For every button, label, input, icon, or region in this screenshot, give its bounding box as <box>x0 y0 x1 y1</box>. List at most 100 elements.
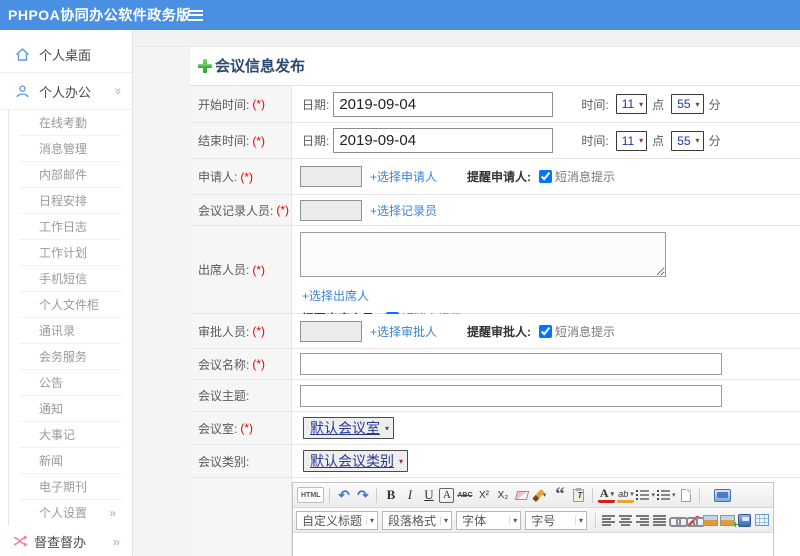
dropdown-arrow-icon: ▾ <box>366 515 374 525</box>
form-row-meeting-name: 会议名称: (*) <box>190 349 800 380</box>
insert-link-button[interactable] <box>669 510 688 530</box>
upload-image-button[interactable] <box>720 510 738 531</box>
sidebar-item-label: 个人办公 <box>39 84 92 100</box>
sidebar-subitem[interactable]: 通讯录 <box>19 318 122 344</box>
toolbar-separator <box>595 512 596 528</box>
bold-button[interactable]: B <box>382 485 399 505</box>
fullscreen-button[interactable] <box>714 485 732 505</box>
meeting-topic-input[interactable] <box>300 384 722 407</box>
dropdown-arrow-icon: ▾ <box>399 456 404 466</box>
sms-remind-checkbox[interactable] <box>539 324 553 338</box>
align-left-icon <box>602 514 615 526</box>
recorder-input[interactable] <box>300 199 362 221</box>
sidebar-subitem[interactable]: 内部邮件 <box>19 162 122 188</box>
sidebar-subitem[interactable]: 个人文件柜 <box>19 292 122 318</box>
form-row-approver: 审批人员: (*) +选择审批人 提醒审批人: 短消息提示 <box>190 314 800 349</box>
sidebar-subitem[interactable]: 手机短信 <box>19 266 122 292</box>
sidebar-item-label: 个人设置 <box>39 506 88 520</box>
choose-approver-link[interactable]: +选择审批人 <box>370 323 437 340</box>
unordered-list-button[interactable]: ▾ <box>656 485 675 505</box>
page-title: 会议信息发布 <box>198 55 800 76</box>
editor-content-area[interactable] <box>293 533 773 556</box>
sidebar-item-supervise[interactable]: 督查督办 » <box>0 526 132 556</box>
sidebar-subitem[interactable]: 工作日志 <box>19 214 122 240</box>
superscript-button[interactable]: X² <box>475 485 492 505</box>
attendees-textarea[interactable] <box>300 232 666 277</box>
eraser-button[interactable] <box>513 485 530 505</box>
unordered-list-icon <box>656 489 670 501</box>
undo-button[interactable]: ↶ <box>335 485 352 505</box>
italic-button[interactable]: I <box>401 485 418 505</box>
end-minute-select[interactable]: 55 ▾ <box>671 130 704 151</box>
end-date-input[interactable] <box>333 128 554 153</box>
font-color-button[interactable]: A ▾ <box>598 486 616 503</box>
meeting-category-select[interactable]: 默认会议类别 ▾ <box>303 450 409 472</box>
new-page-button[interactable] <box>677 485 694 505</box>
ordered-list-button[interactable]: ▾ <box>636 485 655 505</box>
redo-button[interactable]: ↷ <box>354 485 371 505</box>
align-justify-icon <box>653 514 666 526</box>
approver-input[interactable] <box>300 320 362 342</box>
menu-icon[interactable] <box>188 10 203 21</box>
sidebar-subitem[interactable]: 会务服务 <box>19 344 122 370</box>
underline-button[interactable]: U <box>420 485 437 505</box>
insert-image-button[interactable] <box>703 510 718 530</box>
meeting-name-input[interactable] <box>300 353 722 375</box>
form-row-start-time: 开始时间:(*) 日期: 时间: 11▾ 点 55▾ 分 <box>190 86 800 123</box>
strikethrough-button[interactable]: ABC <box>456 485 473 505</box>
upload-image-icon <box>720 514 738 531</box>
align-right-button[interactable] <box>635 510 650 530</box>
home-icon <box>16 47 29 61</box>
applicant-input[interactable] <box>300 166 362 187</box>
remove-link-button[interactable] <box>686 510 705 530</box>
sidebar-subitem[interactable]: 公告 <box>19 370 122 396</box>
dropdown-arrow-icon: ▾ <box>695 99 700 109</box>
font-family-select[interactable]: 字体 ▾ <box>456 510 522 530</box>
sidebar-item-desktop[interactable]: 个人桌面 <box>0 36 132 73</box>
choose-attendees-link[interactable]: +选择出席人 <box>302 289 369 303</box>
sidebar-subitem[interactable]: 在线考勤 <box>19 110 122 136</box>
subscript-button[interactable]: X₂ <box>494 485 511 505</box>
sidebar-subitem[interactable]: 新闻 <box>19 448 122 474</box>
dropdown-arrow-icon: ▾ <box>695 136 700 145</box>
align-left-button[interactable] <box>601 510 616 530</box>
html-source-button[interactable]: HTML <box>297 487 325 503</box>
sidebar-subitem[interactable]: 日程安排 <box>19 188 122 214</box>
dropdown-arrow-icon: ▾ <box>385 423 390 433</box>
form-row-applicant: 申请人: (*) +选择申请人 提醒申请人: 短消息提示 <box>190 159 800 195</box>
choose-recorder-link[interactable]: +选择记录员 <box>370 202 437 219</box>
time-label: 时间: <box>581 134 609 148</box>
start-date-input[interactable] <box>333 91 554 117</box>
sidebar-item-office[interactable]: 个人办公 » <box>0 73 132 110</box>
format-brush-button[interactable]: ▾ <box>531 485 549 505</box>
sms-label: 短消息提示 <box>555 324 616 339</box>
sidebar-subitem[interactable]: 通知 <box>19 396 122 422</box>
dropdown-arrow-icon: ▾ <box>639 99 644 109</box>
choose-applicant-link[interactable]: +选择申请人 <box>370 168 437 185</box>
sidebar-subitem[interactable]: 消息管理 <box>19 136 122 162</box>
align-center-button[interactable] <box>618 510 633 530</box>
add-icon <box>198 58 212 73</box>
blockquote-button[interactable]: “ <box>551 484 568 505</box>
sidebar-subitem[interactable]: 大事记 <box>19 422 122 448</box>
highlight-color-button[interactable]: ab ▾ <box>617 487 635 503</box>
sidebar-subitem[interactable]: 工作计划 <box>19 240 122 266</box>
sidebar-item-settings[interactable]: 个人设置 » <box>19 500 122 526</box>
start-minute-select[interactable]: 55 ▾ <box>671 94 704 114</box>
paragraph-format-select[interactable]: 段落格式 ▾ <box>382 510 453 530</box>
end-hour-select[interactable]: 11 ▾ <box>615 130 648 151</box>
meeting-room-select[interactable]: 默认会议室 ▾ <box>303 417 395 439</box>
font-size-select[interactable]: 字号 ▾ <box>525 510 587 530</box>
new-page-icon <box>680 488 691 502</box>
font-style-button[interactable]: A <box>439 487 455 503</box>
sms-label: 短消息提示 <box>555 170 616 184</box>
align-justify-button[interactable] <box>652 510 667 530</box>
start-hour-select[interactable]: 11 ▾ <box>615 94 648 114</box>
heading-select[interactable]: 自定义标题 ▾ <box>296 510 379 530</box>
sidebar-subitem[interactable]: 电子期刊 <box>19 474 122 500</box>
insert-media-button[interactable] <box>737 510 752 530</box>
paste-as-text-button[interactable] <box>570 485 587 505</box>
field-label: 开始时间: <box>198 97 250 112</box>
sms-remind-checkbox[interactable] <box>539 170 553 183</box>
insert-table-button[interactable] <box>754 510 769 530</box>
